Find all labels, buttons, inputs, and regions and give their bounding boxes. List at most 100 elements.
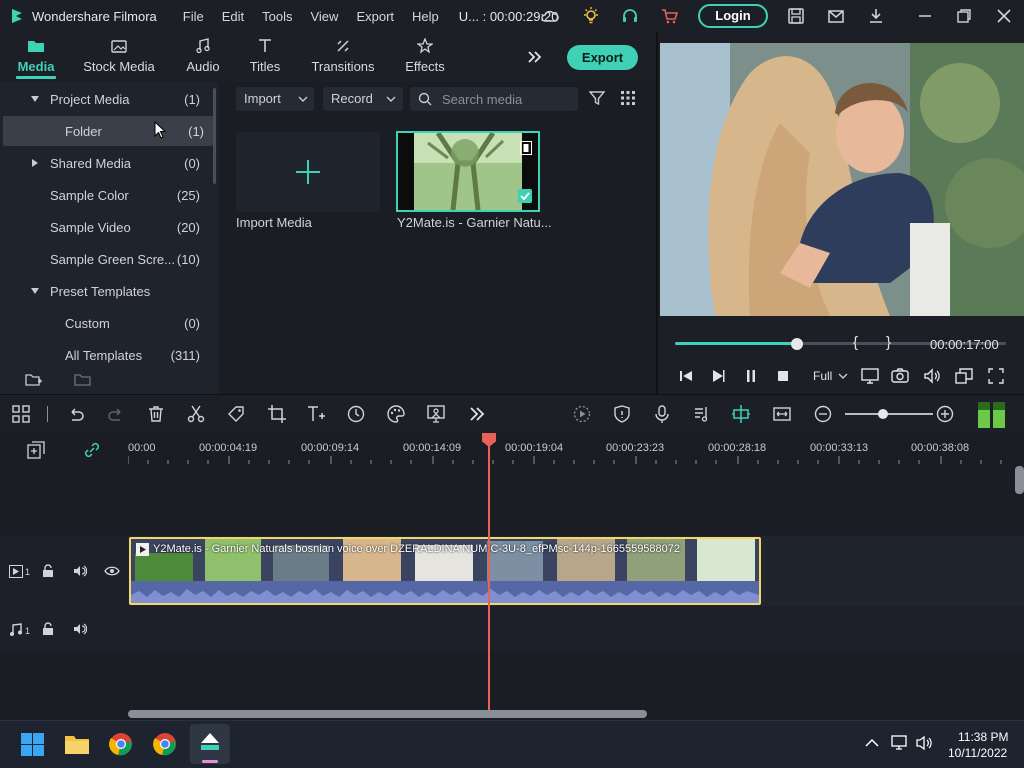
more-tools-chevron-icon[interactable] bbox=[467, 404, 487, 424]
save-icon[interactable] bbox=[786, 6, 806, 26]
render-preview-icon[interactable] bbox=[572, 404, 592, 424]
timeline-video-clip[interactable]: Y2Mate.is - Garnier Naturals bosnian voi… bbox=[129, 537, 761, 605]
close-icon[interactable] bbox=[994, 6, 1014, 26]
library-item-folder[interactable]: Folder (1) bbox=[3, 116, 213, 146]
layout-grid-icon[interactable] bbox=[11, 404, 31, 424]
menu-tools[interactable]: Tools bbox=[262, 9, 292, 24]
menu-edit[interactable]: Edit bbox=[222, 9, 244, 24]
chrome-icon[interactable] bbox=[153, 732, 177, 756]
record-dropdown[interactable]: Record bbox=[323, 87, 403, 111]
mark-out-button[interactable]: } bbox=[886, 334, 891, 351]
search-input[interactable]: Search media bbox=[410, 87, 578, 111]
file-explorer-icon[interactable] bbox=[64, 733, 90, 755]
text-add-icon[interactable] bbox=[306, 404, 326, 424]
picture-in-picture-icon[interactable] bbox=[955, 367, 973, 385]
step-back-icon[interactable] bbox=[679, 369, 693, 383]
collapse-arrow-icon[interactable] bbox=[32, 159, 38, 167]
chrome-icon[interactable] bbox=[109, 732, 133, 756]
volume-icon[interactable] bbox=[923, 367, 941, 385]
preview-progress-handle[interactable] bbox=[791, 338, 803, 350]
redo-icon[interactable] bbox=[106, 404, 126, 424]
taskbar-clock-time[interactable]: 11:38 PM bbox=[958, 730, 1008, 744]
stop-icon[interactable] bbox=[776, 369, 790, 383]
speaker-icon[interactable] bbox=[73, 565, 87, 577]
timeline-horizontal-scrollbar[interactable] bbox=[128, 710, 647, 718]
folder-outline-icon[interactable] bbox=[74, 372, 92, 388]
media-clip-thumbnail[interactable] bbox=[396, 131, 540, 212]
taskbar-active-app-bg[interactable] bbox=[190, 724, 230, 764]
mark-in-button[interactable]: { bbox=[853, 334, 858, 351]
library-item-preset-templates[interactable]: Preset Templates bbox=[0, 276, 212, 306]
restore-icon[interactable] bbox=[954, 6, 974, 26]
tab-transitions[interactable]: Transitions bbox=[310, 36, 376, 74]
library-item-shared-media[interactable]: Shared Media (0) bbox=[0, 148, 212, 178]
chevron-up-icon[interactable] bbox=[865, 738, 879, 748]
audio-mixer-icon[interactable] bbox=[692, 404, 712, 424]
link-icon[interactable] bbox=[83, 441, 101, 459]
fit-timeline-icon[interactable] bbox=[772, 404, 792, 424]
zoom-slider-handle[interactable] bbox=[878, 409, 888, 419]
audio-level-meter-icon[interactable] bbox=[978, 402, 1006, 428]
lock-icon[interactable] bbox=[42, 622, 54, 636]
tab-audio[interactable]: Audio bbox=[182, 36, 224, 74]
color-palette-icon[interactable] bbox=[386, 404, 406, 424]
library-item-project-media[interactable]: Project Media (1) bbox=[0, 84, 212, 114]
login-button[interactable]: Login bbox=[698, 4, 768, 28]
filter-icon[interactable] bbox=[589, 90, 605, 106]
volume-icon[interactable] bbox=[915, 735, 933, 751]
crop-icon[interactable] bbox=[267, 404, 287, 424]
speaker-icon[interactable] bbox=[73, 623, 87, 635]
import-media-tile[interactable] bbox=[236, 132, 380, 212]
tab-effects[interactable]: Effects bbox=[402, 36, 448, 74]
new-folder-icon[interactable] bbox=[25, 372, 43, 388]
tab-titles[interactable]: Titles bbox=[246, 36, 284, 74]
cart-icon[interactable] bbox=[660, 6, 680, 26]
import-dropdown[interactable]: Import bbox=[236, 87, 314, 111]
pause-icon[interactable] bbox=[744, 369, 758, 383]
minimize-icon[interactable] bbox=[915, 6, 935, 26]
play-icon[interactable] bbox=[711, 369, 725, 383]
display-icon[interactable] bbox=[861, 367, 879, 385]
chevron-down-icon[interactable] bbox=[838, 373, 848, 380]
speed-clock-icon[interactable] bbox=[346, 404, 366, 424]
zoom-in-icon[interactable] bbox=[935, 404, 955, 424]
menu-file[interactable]: File bbox=[183, 9, 204, 24]
network-icon[interactable] bbox=[891, 735, 909, 751]
eye-icon[interactable] bbox=[104, 566, 120, 576]
audio-track-row[interactable] bbox=[128, 606, 1024, 652]
snapshot-camera-icon[interactable] bbox=[891, 367, 909, 385]
undo-icon[interactable] bbox=[66, 404, 86, 424]
library-item-sample-green-screen[interactable]: Sample Green Scre... (10) bbox=[0, 244, 212, 274]
library-item-sample-color[interactable]: Sample Color (25) bbox=[0, 180, 212, 210]
zoom-slider-track[interactable] bbox=[845, 413, 933, 415]
download-icon[interactable] bbox=[866, 6, 886, 26]
library-scrollbar[interactable] bbox=[213, 88, 216, 184]
lock-icon[interactable] bbox=[42, 564, 54, 578]
fullscreen-icon[interactable] bbox=[987, 367, 1005, 385]
library-item-custom[interactable]: Custom (0) bbox=[0, 308, 212, 338]
menu-help[interactable]: Help bbox=[412, 9, 439, 24]
scissors-icon[interactable] bbox=[186, 404, 206, 424]
grid-view-icon[interactable] bbox=[621, 91, 635, 105]
marker-shield-icon[interactable] bbox=[612, 404, 632, 424]
timeline-vertical-scrollbar[interactable] bbox=[1015, 466, 1024, 494]
expand-arrow-icon[interactable] bbox=[31, 288, 39, 294]
lightbulb-icon[interactable] bbox=[581, 6, 601, 26]
tab-media[interactable]: Media bbox=[14, 36, 58, 74]
taskbar-clock-date[interactable]: 10/11/2022 bbox=[948, 746, 1007, 760]
more-tabs-chevron-icon[interactable] bbox=[527, 49, 543, 65]
green-screen-icon[interactable] bbox=[426, 404, 446, 424]
export-button[interactable]: Export bbox=[567, 45, 638, 70]
expand-arrow-icon[interactable] bbox=[31, 96, 39, 102]
preview-video[interactable] bbox=[660, 43, 1024, 316]
zoom-out-icon[interactable] bbox=[813, 404, 833, 424]
tag-icon[interactable] bbox=[226, 404, 246, 424]
menu-export[interactable]: Export bbox=[356, 9, 394, 24]
tab-stock-media[interactable]: Stock Media bbox=[80, 36, 158, 74]
playhead-line[interactable] bbox=[488, 440, 490, 710]
headset-icon[interactable] bbox=[620, 6, 640, 26]
menu-view[interactable]: View bbox=[310, 9, 338, 24]
cloud-icon[interactable] bbox=[540, 6, 560, 26]
quality-dropdown[interactable]: Full bbox=[813, 369, 832, 383]
microphone-icon[interactable] bbox=[652, 404, 672, 424]
